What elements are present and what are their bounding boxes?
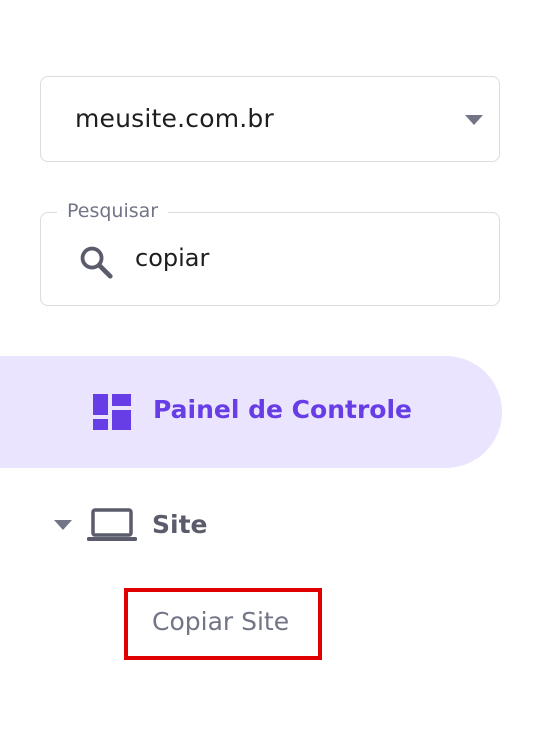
sidebar-item-label: Site (152, 510, 208, 539)
search-icon (80, 246, 113, 279)
sidebar-item-site[interactable]: Site (40, 498, 500, 552)
sidebar-subitem-copy-site[interactable]: Copiar Site (124, 588, 322, 660)
dashboard-grid-icon (93, 394, 131, 430)
sidebar-item-dashboard[interactable]: Painel de Controle (0, 356, 502, 468)
sidebar-subitem-label: Copiar Site (152, 607, 290, 636)
caret-down-icon[interactable] (54, 520, 72, 530)
search-field[interactable]: Pesquisar (40, 198, 500, 306)
domain-select-value: meusite.com.br (75, 104, 274, 133)
domain-select[interactable]: meusite.com.br (40, 76, 500, 162)
search-input[interactable] (135, 240, 475, 276)
sidebar-item-label: Painel de Controle (153, 395, 412, 424)
laptop-icon (87, 508, 137, 541)
search-label: Pesquisar (57, 198, 169, 224)
caret-down-icon (465, 115, 483, 125)
